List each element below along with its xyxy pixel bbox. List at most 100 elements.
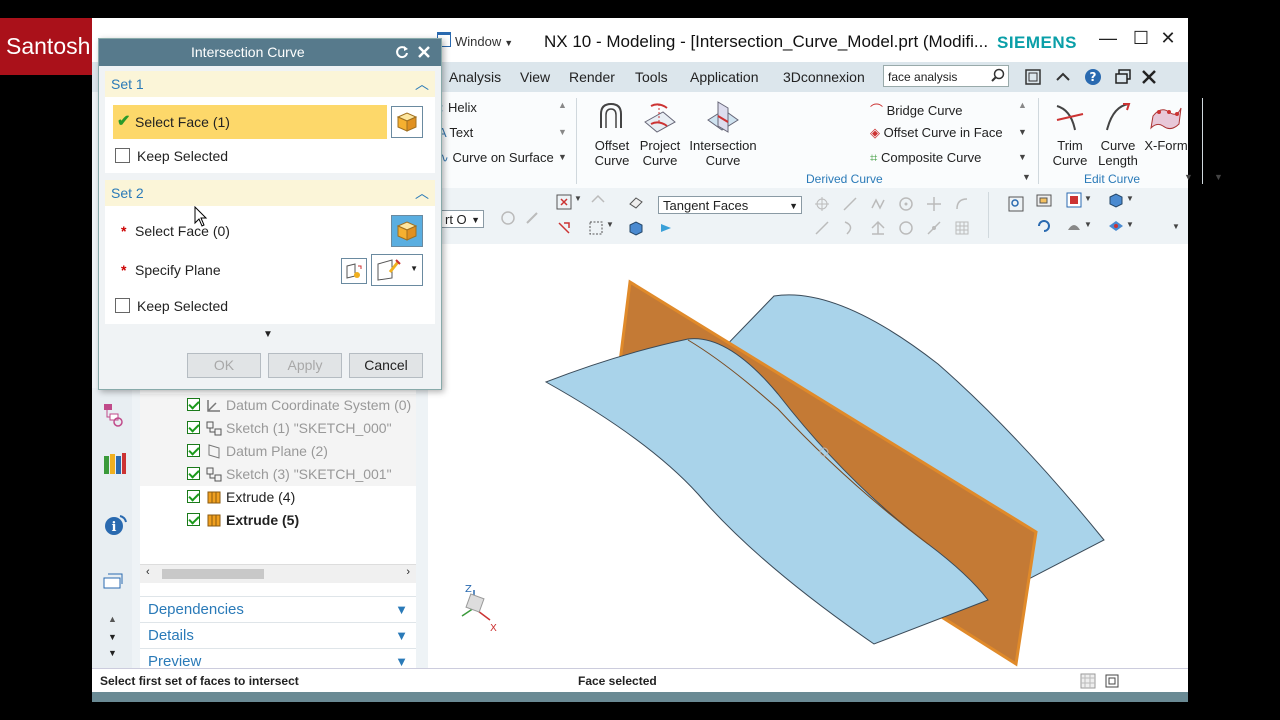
offset-curve-in-face-command[interactable]: ◈ Offset Curve in Face: [870, 125, 1003, 141]
project-curve-button[interactable]: Project Curve: [630, 100, 690, 168]
snap-curve-icon[interactable]: [842, 220, 858, 236]
set2-select-face-row[interactable]: * Select Face (0): [113, 214, 387, 248]
rotate-view-icon[interactable]: [1036, 218, 1052, 234]
resource-bar-down-icon[interactable]: ▼: [108, 632, 117, 642]
scroll-left-icon[interactable]: ‹: [146, 566, 150, 578]
select-all-icon[interactable]: [556, 194, 572, 210]
snap-arc-center-icon[interactable]: [898, 220, 914, 236]
helix-command[interactable]: ⌇ Helix: [438, 100, 477, 116]
reuse-library-icon[interactable]: [102, 450, 128, 476]
view-orientation-icon[interactable]: [1066, 192, 1082, 208]
inferred-plane-dropdown[interactable]: ▼: [371, 254, 423, 286]
chevron-up-icon[interactable]: [1054, 68, 1072, 86]
gallery-scroll-up-icon[interactable]: ▲: [558, 100, 567, 110]
tree-row[interactable]: Extrude (4): [140, 486, 416, 509]
set1-header[interactable]: Set 1 ︿: [105, 71, 435, 97]
resource-bar-menu-icon[interactable]: ▼: [108, 648, 117, 658]
graphics-window[interactable]: Z X: [428, 244, 1188, 668]
part-selection-combo[interactable]: rt O ▼: [440, 210, 484, 228]
menu-view[interactable]: View: [520, 69, 550, 85]
visibility-checkbox[interactable]: [187, 421, 200, 434]
search-icon[interactable]: [991, 68, 1005, 82]
more-options-chevron-icon[interactable]: ▼: [263, 329, 273, 340]
maximize-button[interactable]: ☐: [1127, 28, 1155, 49]
model-3d-view[interactable]: Z X: [428, 244, 1188, 668]
selection-arrow-icon[interactable]: [524, 210, 540, 226]
gallery-more-icon[interactable]: ▼: [558, 152, 567, 162]
tree-row[interactable]: Sketch (1) "SKETCH_000": [140, 417, 416, 440]
face-filter-icon[interactable]: [628, 194, 644, 210]
menu-render[interactable]: Render: [569, 69, 615, 85]
rendering-style-menu-icon[interactable]: ▼: [1126, 194, 1134, 203]
reset-icon[interactable]: [395, 45, 409, 59]
set1-keep-selected-checkbox[interactable]: Keep Selected: [115, 147, 228, 165]
zoom-icon[interactable]: [1036, 192, 1052, 208]
ribbon-options-icon[interactable]: ▼: [1214, 172, 1223, 182]
snap-perpendicular-icon[interactable]: [870, 220, 886, 236]
plane-dialog-button[interactable]: [341, 258, 367, 284]
checkbox-box[interactable]: [115, 148, 130, 163]
tree-row[interactable]: Datum Plane (2): [140, 440, 416, 463]
select-all-menu-icon[interactable]: ▼: [574, 194, 582, 203]
derived-scroll-up-icon[interactable]: ▲: [1018, 100, 1027, 110]
deselect-icon[interactable]: [590, 194, 606, 210]
gallery-scroll-down-icon[interactable]: ▼: [558, 127, 567, 137]
snap-quadrant-icon[interactable]: [954, 196, 970, 212]
close-window-button[interactable]: ✕: [1154, 28, 1182, 49]
show-hide-icon[interactable]: [1108, 218, 1124, 234]
scroll-right-icon[interactable]: ›: [406, 566, 410, 578]
play-arrow-icon[interactable]: [658, 220, 674, 236]
checkbox-box[interactable]: [115, 298, 130, 313]
tree-row[interactable]: Sketch (3) "SKETCH_001": [140, 463, 416, 486]
snap-filter-icon[interactable]: [500, 210, 516, 226]
show-hide-menu-icon[interactable]: ▼: [1126, 220, 1134, 229]
edit-section-menu-icon[interactable]: ▼: [1084, 220, 1092, 229]
edit-group-menu-icon[interactable]: ▼: [1184, 172, 1193, 182]
help-icon[interactable]: ?: [1084, 68, 1102, 86]
text-command[interactable]: A Text: [438, 125, 473, 140]
menu-analysis[interactable]: Analysis: [449, 69, 501, 85]
snap-grid-icon[interactable]: [954, 220, 970, 236]
grid-toggle-icon[interactable]: [1080, 673, 1096, 689]
visibility-checkbox[interactable]: [187, 490, 200, 503]
minimize-button[interactable]: —: [1094, 28, 1122, 49]
visibility-checkbox[interactable]: [187, 513, 200, 526]
set2-face-selector-button[interactable]: [391, 215, 423, 247]
resource-bar-up-icon[interactable]: ▲: [108, 614, 117, 624]
close-part-icon[interactable]: [1140, 68, 1158, 86]
set1-face-selector-button[interactable]: [391, 106, 423, 138]
toolbar-options-icon[interactable]: ▼: [1172, 222, 1180, 231]
set2-keep-selected-checkbox[interactable]: Keep Selected: [115, 297, 228, 315]
ok-button[interactable]: OK: [187, 353, 261, 378]
horizontal-scrollbar[interactable]: ‹ ›: [140, 564, 416, 583]
window-layout-icon[interactable]: [1024, 68, 1042, 86]
composite-curve-command[interactable]: ⌗ Composite Curve: [870, 150, 981, 166]
fit-view-icon[interactable]: [1008, 196, 1024, 212]
apply-button[interactable]: Apply: [268, 353, 342, 378]
cancel-button[interactable]: Cancel: [349, 353, 423, 378]
view-orientation-menu-icon[interactable]: ▼: [1084, 194, 1092, 203]
snap-line-icon[interactable]: [842, 196, 858, 212]
visibility-checkbox[interactable]: [187, 444, 200, 457]
menu-application[interactable]: Application: [690, 69, 759, 85]
snap-tangent-icon[interactable]: [814, 220, 830, 236]
set2-header[interactable]: Set 2 ︿: [105, 180, 435, 206]
history-icon[interactable]: [102, 570, 126, 592]
curve-on-surface-command[interactable]: ∿ Curve on Surface: [438, 150, 554, 166]
roles-info-icon[interactable]: i: [102, 512, 128, 538]
dependencies-section[interactable]: Dependencies ▼: [140, 596, 416, 622]
tree-row[interactable]: Extrude (5): [140, 509, 416, 532]
edit-section-icon[interactable]: [1066, 218, 1082, 234]
intersection-curve-button[interactable]: Intersection Curve: [684, 100, 762, 168]
restore-part-window-icon[interactable]: [1114, 68, 1132, 86]
curve-rule-combo[interactable]: Tangent Faces ▼: [658, 196, 802, 214]
snap-intersection-icon[interactable]: [926, 196, 942, 212]
full-screen-icon[interactable]: [1104, 673, 1120, 689]
select-intent-icon[interactable]: [556, 220, 572, 236]
dialog-title-bar[interactable]: Intersection Curve: [99, 39, 441, 66]
command-search-input[interactable]: face analysis: [883, 65, 1009, 87]
derived-more-icon[interactable]: ▼: [1018, 127, 1027, 137]
derived-group-menu-icon[interactable]: ▼: [1022, 172, 1031, 182]
rectangle-select-icon[interactable]: [588, 220, 604, 236]
snap-center-icon[interactable]: [898, 196, 914, 212]
